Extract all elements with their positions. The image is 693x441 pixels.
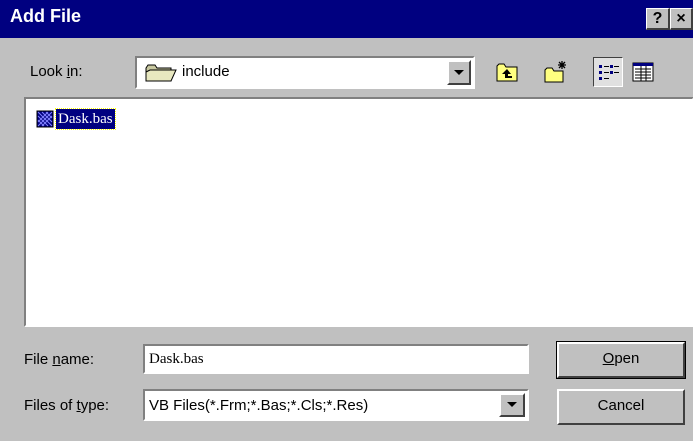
chevron-down-icon bbox=[507, 402, 517, 407]
file-name-label: File name: bbox=[24, 351, 95, 368]
file-name-value: Dask.bas bbox=[149, 351, 204, 367]
look-in-label: Look in: bbox=[30, 63, 83, 80]
bas-file-icon bbox=[36, 110, 54, 132]
cancel-button[interactable]: Cancel bbox=[557, 389, 685, 425]
details-view-button[interactable] bbox=[628, 57, 658, 87]
window-title: Add File bbox=[10, 6, 81, 26]
title-bar[interactable]: Add File ? × bbox=[0, 0, 693, 38]
chevron-down-icon bbox=[454, 70, 464, 75]
help-button[interactable]: ? bbox=[646, 8, 670, 30]
close-button[interactable]: × bbox=[670, 8, 693, 30]
look-in-value: include bbox=[182, 63, 230, 80]
new-folder-button[interactable] bbox=[540, 57, 570, 87]
file-item-label: Dask.bas bbox=[55, 108, 116, 130]
look-in-combo[interactable]: include bbox=[135, 56, 475, 89]
files-of-type-label: Files of type: bbox=[24, 397, 110, 414]
open-button[interactable]: Open bbox=[556, 341, 686, 379]
up-one-level-button[interactable] bbox=[492, 57, 522, 87]
up-one-level-icon bbox=[496, 63, 518, 82]
list-view-icon bbox=[599, 65, 619, 80]
files-of-type-dropdown-button[interactable] bbox=[499, 393, 525, 417]
look-in-dropdown-button[interactable] bbox=[447, 60, 471, 85]
add-file-dialog: Add File ? × Look in: include Dask.bas F… bbox=[0, 0, 693, 441]
files-of-type-combo[interactable]: VB Files(*.Frm;*.Bas;*.Cls;*.Res) bbox=[143, 389, 529, 421]
file-list[interactable]: Dask.bas bbox=[24, 97, 693, 327]
file-name-field[interactable]: Dask.bas bbox=[143, 344, 529, 374]
details-view-icon bbox=[632, 62, 654, 82]
folder-icon bbox=[145, 64, 177, 86]
files-of-type-value: VB Files(*.Frm;*.Bas;*.Cls;*.Res) bbox=[149, 397, 369, 414]
list-view-button[interactable] bbox=[593, 57, 623, 87]
new-folder-icon bbox=[544, 61, 566, 83]
